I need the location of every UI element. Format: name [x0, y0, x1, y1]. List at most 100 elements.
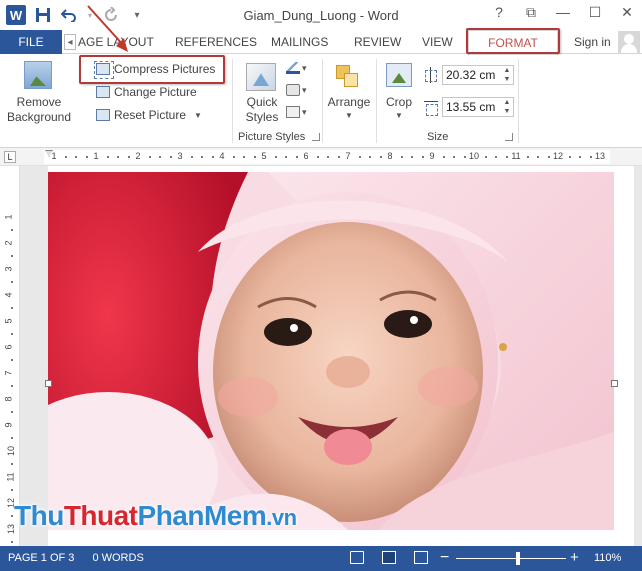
vertical-ruler-number: 11: [5, 472, 16, 482]
watermark-part-1: Thu: [14, 500, 64, 531]
shape-width-input[interactable]: 13.55 cm ▲ ▼: [442, 97, 514, 117]
tab-selector-button[interactable]: L: [4, 151, 16, 163]
ribbon-display-options-button[interactable]: ⧉: [522, 4, 540, 21]
minimize-button[interactable]: —: [554, 4, 572, 21]
tab-file[interactable]: FILE: [0, 30, 62, 54]
crop-icon[interactable]: [386, 63, 412, 87]
ruler-tick: [579, 156, 581, 158]
ruler-number: 7: [345, 151, 351, 161]
ruler-number: 1: [51, 151, 57, 161]
quick-styles-button[interactable]: Quick Styles: [238, 95, 286, 125]
ruler-tick: [411, 156, 413, 158]
shape-width-value: 13.55 cm: [446, 100, 496, 114]
ruler-tick: [337, 156, 340, 158]
ruler-tick: [201, 156, 203, 158]
user-avatar[interactable]: [618, 31, 640, 53]
picture-styles-launcher-icon[interactable]: [312, 133, 320, 141]
arrange-icon[interactable]: [334, 63, 362, 89]
tab-scroll-left-button[interactable]: ◂: [64, 34, 76, 50]
size-launcher-icon[interactable]: [505, 133, 513, 141]
ruler-number: 11: [511, 151, 521, 161]
vertical-ruler[interactable]: 1 2 3 4 5 6 7 8 9 10 11 12 13: [4, 166, 20, 546]
ruler-tick: [316, 156, 319, 158]
zoom-slider[interactable]: [456, 558, 566, 559]
ruler-tick: [421, 156, 424, 158]
group-separator: [376, 59, 377, 143]
ruler-number: 12: [552, 151, 564, 161]
horizontal-ruler[interactable]: 1 1 2 3 4 5 6 7 8 9 10 11 12 13: [44, 150, 610, 164]
ruler-number: 5: [261, 151, 267, 161]
change-picture-button[interactable]: Change Picture: [96, 85, 197, 99]
close-button[interactable]: ✕: [618, 4, 636, 21]
tab-review[interactable]: REVIEW: [354, 35, 401, 49]
maximize-button[interactable]: ☐: [586, 4, 604, 21]
vertical-ruler-number: 10: [6, 445, 17, 457]
picture-layout-button[interactable]: ▾: [286, 106, 310, 118]
arrange-dropdown-icon[interactable]: ▼: [345, 111, 353, 120]
ruler-number: 10: [468, 151, 480, 161]
web-layout-icon[interactable]: [414, 551, 428, 564]
shape-width-icon: [424, 98, 438, 116]
print-layout-icon[interactable]: [382, 551, 396, 564]
change-picture-label: Change Picture: [114, 85, 197, 99]
ruler-tick: [85, 156, 88, 158]
vertical-ruler-number: 2: [3, 240, 14, 246]
sign-in-link[interactable]: Sign in: [574, 35, 611, 49]
ruler-tick: [243, 156, 245, 158]
ruler-tick: [526, 156, 529, 158]
tab-view[interactable]: VIEW: [422, 35, 453, 49]
vertical-ruler-number: 7: [3, 370, 14, 376]
ruler-tick: [589, 156, 592, 158]
horizontal-ruler-bar: L 1 1 2 3 4 5 6 7 8 9 10 11 12 13: [0, 148, 642, 166]
vertical-ruler-number: 9: [3, 422, 14, 428]
remove-background-icon[interactable]: [24, 61, 52, 89]
ruler-tick: [285, 156, 287, 158]
shape-height-row: 20.32 cm ▲ ▼: [424, 65, 514, 85]
reset-picture-button[interactable]: Reset Picture ▼: [96, 108, 202, 122]
crop-dropdown-icon[interactable]: ▼: [395, 111, 403, 120]
ruler-tick: [484, 156, 487, 158]
ruler-number: 6: [303, 151, 309, 161]
ruler-tick: [379, 156, 382, 158]
resize-handle-left[interactable]: [45, 380, 52, 387]
word-count[interactable]: 0 WORDS: [92, 552, 143, 564]
watermark-part-3: PhanMem: [137, 500, 267, 531]
picture-effects-button[interactable]: ▾: [286, 84, 310, 96]
zoom-slider-thumb[interactable]: [516, 552, 520, 565]
arrange-button[interactable]: Arrange: [327, 95, 371, 110]
ruler-tick: [327, 156, 329, 158]
reset-picture-dropdown-icon[interactable]: ▼: [194, 111, 202, 120]
zoom-in-button[interactable]: +: [570, 549, 579, 566]
crop-button[interactable]: Crop: [381, 95, 417, 110]
reset-picture-icon: [96, 109, 110, 121]
read-mode-icon[interactable]: [350, 551, 364, 564]
picture-effects-icon: [286, 84, 300, 96]
group-separator: [322, 59, 323, 143]
group-separator: [518, 59, 519, 143]
ruler-tick: [463, 156, 466, 158]
ruler-tick: [117, 156, 119, 158]
remove-background-button[interactable]: Remove Background: [6, 95, 72, 125]
ruler-tick: [190, 156, 193, 158]
help-button[interactable]: ?: [490, 4, 508, 21]
zoom-level[interactable]: 110%: [594, 552, 621, 564]
picture-border-button[interactable]: ▾: [286, 62, 310, 74]
ruler-tick: [127, 156, 130, 158]
tab-references[interactable]: REFERENCES: [175, 35, 257, 49]
shape-height-spinner[interactable]: ▲ ▼: [501, 66, 513, 84]
shape-height-input[interactable]: 20.32 cm ▲ ▼: [442, 65, 514, 85]
shape-width-spinner[interactable]: ▲ ▼: [501, 98, 513, 116]
baby-photo-image[interactable]: [48, 172, 614, 530]
reset-picture-label: Reset Picture: [114, 108, 187, 122]
resize-handle-right[interactable]: [611, 380, 618, 387]
ruler-tick: [505, 156, 508, 158]
page-count[interactable]: PAGE 1 OF 3: [8, 552, 74, 564]
zoom-out-button[interactable]: −: [440, 549, 449, 567]
watermark-logo: ThuThuatPhanMem.vn: [14, 500, 297, 532]
window-controls: ? ⧉ — ☐ ✕: [490, 4, 636, 21]
tab-mailings[interactable]: MAILINGS: [271, 35, 328, 49]
ruler-number: 1: [93, 151, 99, 161]
quick-styles-icon[interactable]: [246, 63, 276, 91]
vertical-ruler-tick: [11, 489, 13, 491]
vertical-ruler-tick: [11, 281, 13, 283]
